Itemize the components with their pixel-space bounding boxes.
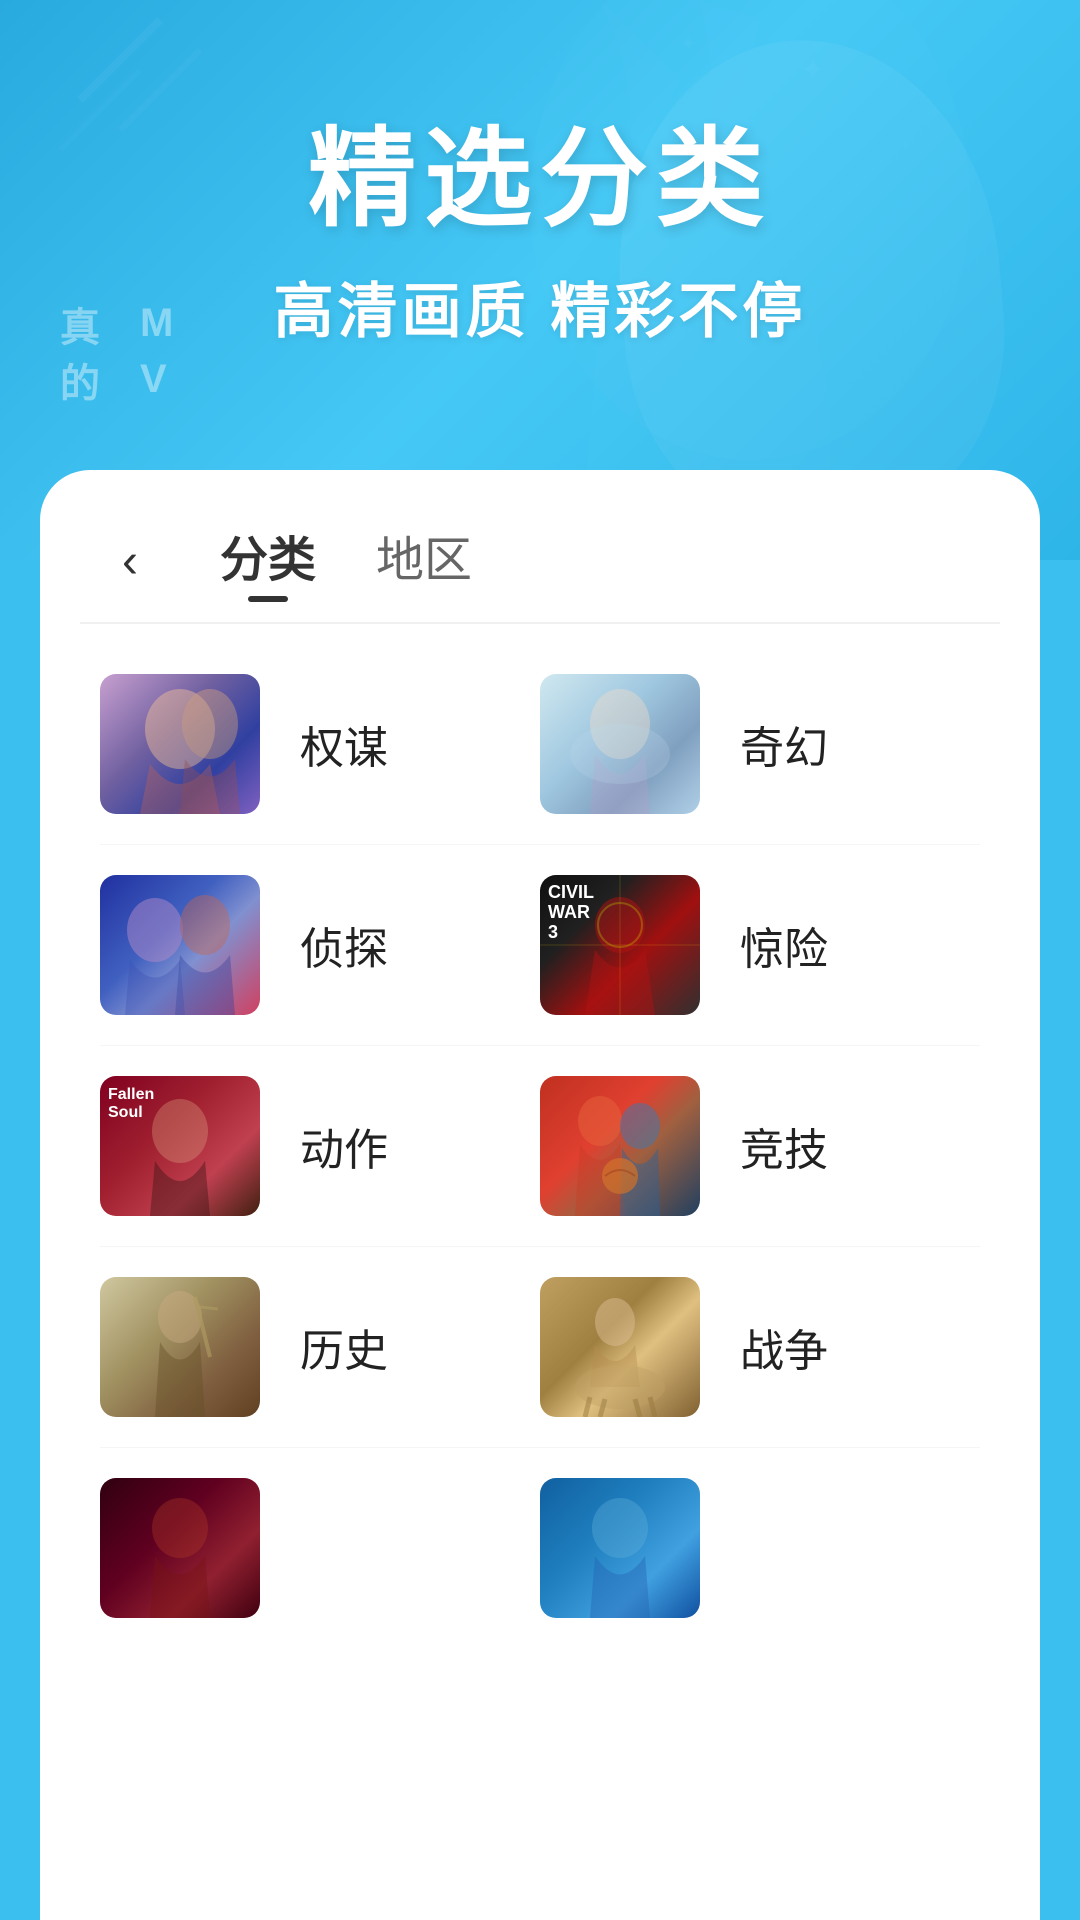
category-thumb-qihuan [540, 674, 700, 814]
category-name-quanmou: 权谋 [300, 712, 388, 776]
category-item-jingxian[interactable]: CIVILWAR3 惊险 [540, 875, 980, 1015]
category-name-zhentan: 侦探 [300, 913, 388, 977]
category-thumb-lishi [100, 1277, 260, 1417]
category-item-bottom1[interactable] [100, 1478, 540, 1618]
category-row-5 [100, 1448, 980, 1648]
category-list: 权谋 奇幻 [40, 624, 1040, 1914]
tabs-container: 分类 地区 [220, 520, 472, 602]
category-thumb-jingxian: CIVILWAR3 [540, 875, 700, 1015]
category-thumb-zhanzhen [540, 1277, 700, 1417]
category-name-lishi: 历史 [300, 1315, 388, 1379]
category-item-qihuan[interactable]: 奇幻 [540, 674, 980, 814]
content-panel: ‹ 分类 地区 权谋 [40, 470, 1040, 1920]
tab-fenlei[interactable]: 分类 [220, 520, 316, 602]
category-item-jingji[interactable]: 竞技 [540, 1076, 980, 1216]
hero-subtitle: 高清画质 精彩不停 [0, 263, 1080, 350]
category-row-3: FallenSoul 动作 [100, 1046, 980, 1247]
tab-diqu[interactable]: 地区 [376, 520, 472, 602]
category-item-bottom2[interactable] [540, 1478, 980, 1618]
category-thumb-dongzuo: FallenSoul [100, 1076, 260, 1216]
category-name-jingxian: 惊险 [740, 913, 828, 977]
category-name-qihuan: 奇幻 [740, 712, 828, 776]
category-thumb-bottom1 [100, 1478, 260, 1618]
category-thumb-quanmou [100, 674, 260, 814]
hero-text-block: 精选分类 高清画质 精彩不停 [0, 0, 1080, 350]
category-item-zhanzhen[interactable]: 战争 [540, 1277, 980, 1417]
category-name-zhanzhen: 战争 [740, 1315, 828, 1379]
back-button[interactable]: ‹ [100, 534, 160, 589]
category-item-quanmou[interactable]: 权谋 [100, 674, 540, 814]
category-item-dongzuo[interactable]: FallenSoul 动作 [100, 1076, 540, 1216]
category-item-zhentan[interactable]: 侦探 [100, 875, 540, 1015]
hero-title: 精选分类 [0, 120, 1080, 239]
category-thumb-jingji [540, 1076, 700, 1216]
tab-bar: ‹ 分类 地区 [40, 470, 1040, 622]
category-row-2: 侦探 CIVILWAR3 惊险 [100, 845, 980, 1046]
category-name-jingji: 竞技 [740, 1114, 828, 1178]
category-item-lishi[interactable]: 历史 [100, 1277, 540, 1417]
category-thumb-zhentan [100, 875, 260, 1015]
category-row-1: 权谋 奇幻 [100, 644, 980, 845]
category-thumb-bottom2 [540, 1478, 700, 1618]
category-name-dongzuo: 动作 [300, 1114, 388, 1178]
category-row-4: 历史 战争 [100, 1247, 980, 1448]
